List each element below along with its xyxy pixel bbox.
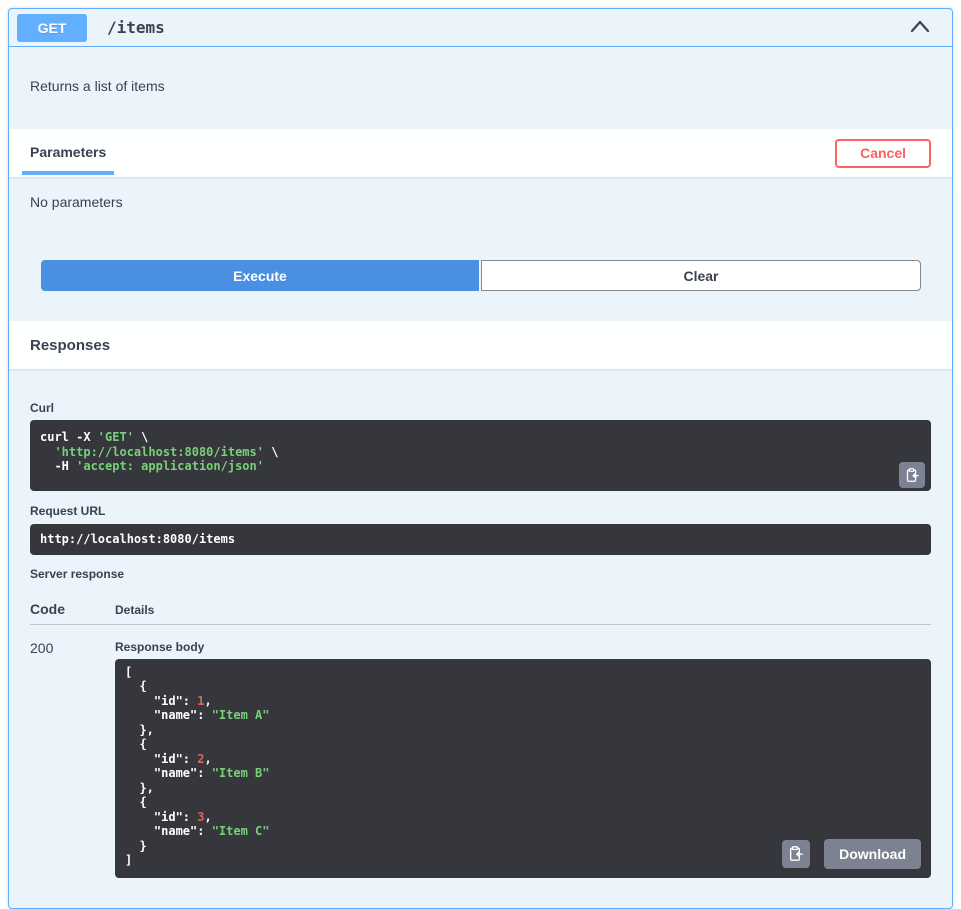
response-details-cell: Response body [ { "id": 1, "name": "Item… (115, 640, 931, 878)
collapse-button[interactable] (908, 17, 932, 38)
tab-parameters[interactable]: Parameters (22, 144, 114, 162)
tab-parameters-label: Parameters (30, 144, 106, 160)
curl-command: curl -X 'GET' \ 'http://localhost:8080/i… (40, 430, 921, 474)
responses-section-header: Responses (9, 321, 952, 369)
request-url-label: Request URL (30, 504, 931, 518)
responses-inner: Curl curl -X 'GET' \ 'http://localhost:8… (9, 369, 952, 908)
response-controls: Download (782, 839, 921, 869)
response-body-label: Response body (115, 640, 931, 654)
download-button[interactable]: Download (824, 839, 921, 869)
details-column-header: Details (115, 601, 931, 617)
execute-button[interactable]: Execute (41, 260, 479, 291)
clipboard-icon (788, 845, 804, 862)
curl-label: Curl (30, 401, 931, 415)
code-column-header: Code (30, 601, 115, 617)
endpoint-panel: GET /items Returns a list of items Param… (8, 8, 953, 909)
no-parameters-text: No parameters (9, 177, 952, 210)
table-header-row: Code Details (30, 601, 931, 625)
chevron-up-icon (910, 19, 930, 33)
clear-button[interactable]: Clear (481, 260, 921, 291)
endpoint-path: /items (107, 18, 165, 37)
active-tab-underline (22, 171, 114, 175)
parameters-section-header: Parameters Cancel (9, 129, 952, 177)
table-row: 200 Response body [ { "id": 1, "name": "… (30, 625, 931, 878)
status-code: 200 (30, 640, 115, 878)
responses-section-title: Responses (30, 337, 110, 354)
clipboard-icon (905, 467, 920, 483)
endpoint-header[interactable]: GET /items (9, 9, 952, 47)
method-badge: GET (17, 14, 87, 42)
copy-curl-button[interactable] (899, 462, 925, 488)
server-response-label: Server response (30, 567, 931, 581)
cancel-button[interactable]: Cancel (835, 139, 931, 168)
execute-wrapper: Execute Clear (9, 210, 952, 321)
endpoint-description: Returns a list of items (9, 47, 952, 129)
curl-code-block: curl -X 'GET' \ 'http://localhost:8080/i… (30, 420, 931, 491)
request-url-block: http://localhost:8080/items (30, 524, 931, 555)
response-body-json: [ { "id": 1, "name": "Item A" }, { "id":… (125, 665, 921, 868)
copy-response-button[interactable] (782, 840, 810, 868)
response-body-block: [ { "id": 1, "name": "Item A" }, { "id":… (115, 659, 931, 878)
request-url-value: http://localhost:8080/items (40, 532, 921, 547)
server-response-table: Code Details 200 Response body [ { "id":… (30, 601, 931, 878)
